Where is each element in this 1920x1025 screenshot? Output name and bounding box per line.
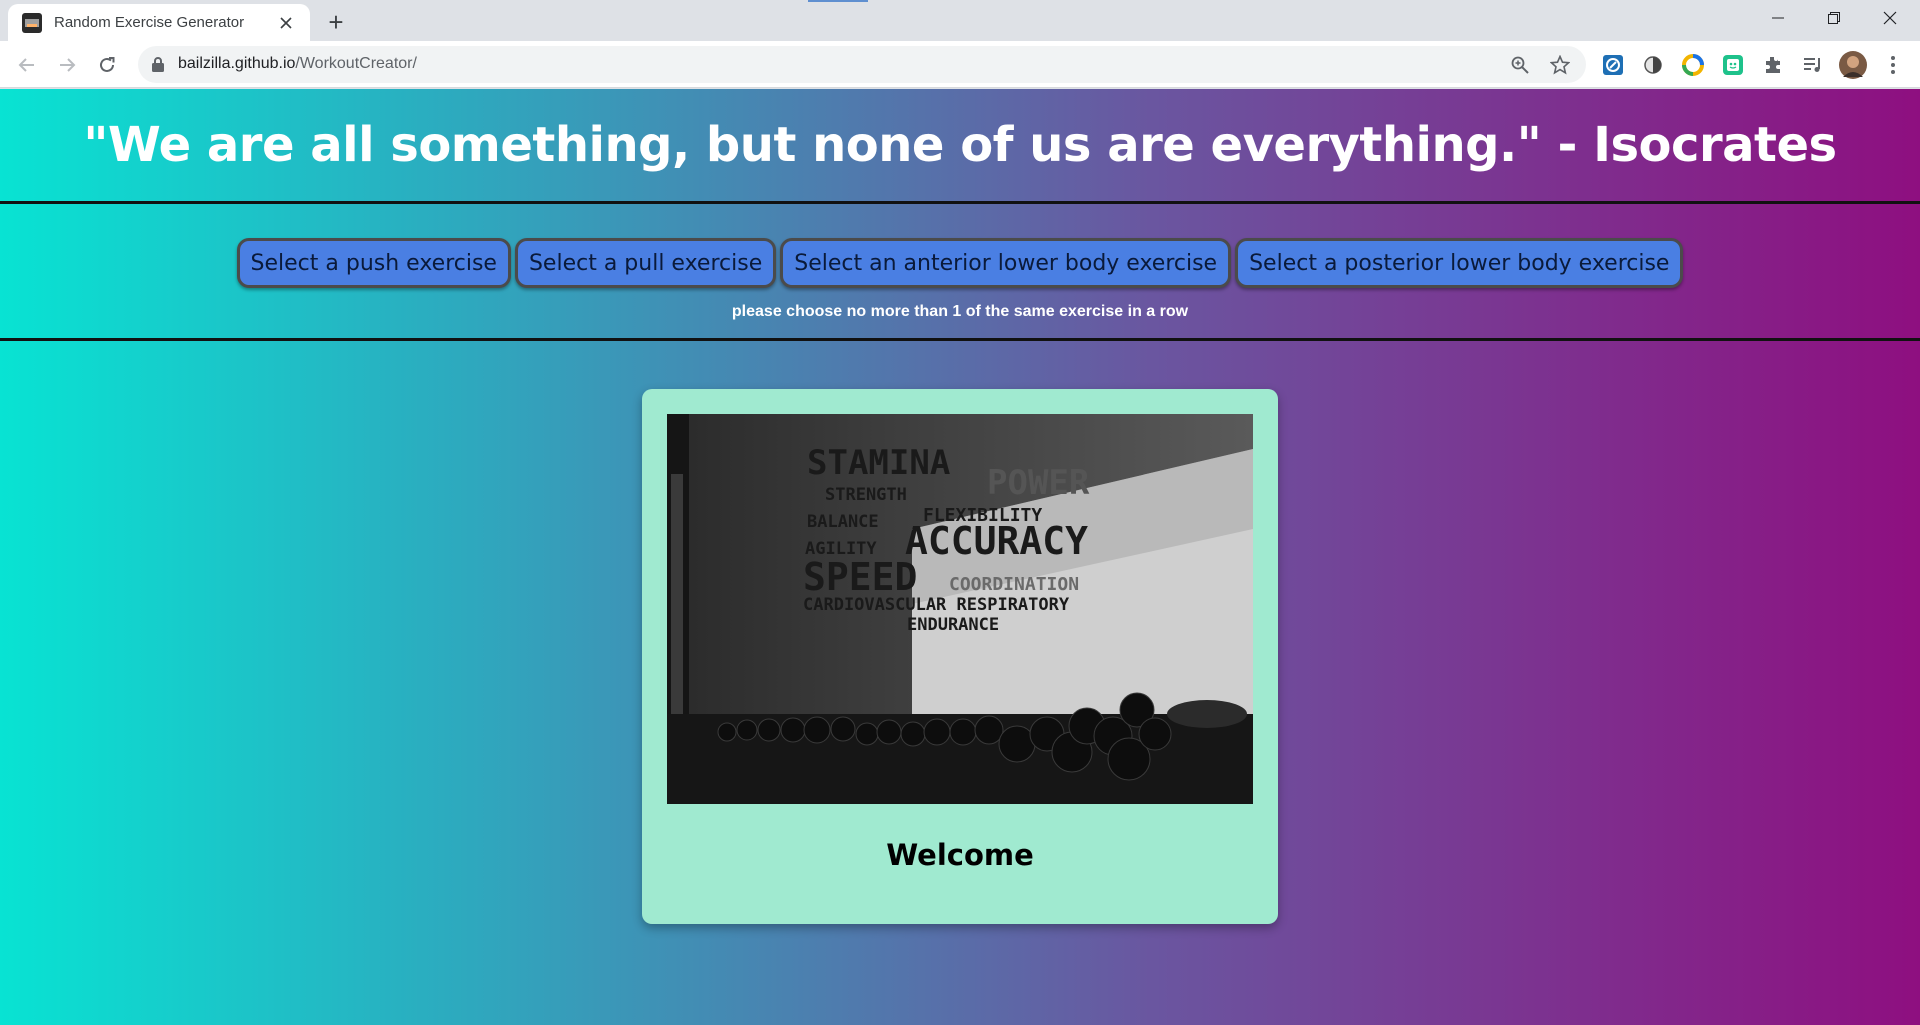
lock-icon[interactable] bbox=[152, 57, 164, 77]
exercise-controls: Select a push exercise Select a pull exe… bbox=[0, 204, 1920, 341]
image-word-stamina: STAMINA bbox=[807, 443, 950, 483]
image-word-cardio: CARDIOVASCULAR RESPIRATORY bbox=[803, 595, 1070, 615]
tab-strip: Random Exercise Generator + bbox=[0, 0, 1920, 41]
selection-note: please choose no more than 1 of the same… bbox=[731, 303, 1189, 320]
image-word-power: POWER bbox=[987, 463, 1090, 503]
close-window-icon[interactable] bbox=[1862, 0, 1918, 36]
tab-favicon-icon bbox=[22, 12, 42, 33]
profile-avatar[interactable] bbox=[1839, 51, 1867, 79]
back-icon[interactable] bbox=[11, 49, 43, 81]
browser-tab[interactable]: Random Exercise Generator bbox=[8, 4, 310, 41]
minimize-window-icon[interactable] bbox=[1750, 0, 1806, 36]
url-domain: bailzilla.github.io bbox=[178, 55, 296, 72]
image-word-accuracy: ACCURACY bbox=[905, 519, 1088, 563]
exercise-button-row: Select a push exercise Select a pull exe… bbox=[0, 238, 1920, 288]
tab-close-icon[interactable] bbox=[276, 13, 296, 33]
card-title: Welcome bbox=[886, 838, 1034, 872]
posterior-lower-body-button[interactable]: Select a posterior lower body exercise bbox=[1235, 238, 1684, 288]
welcome-card: STAMINA POWER STRENGTH FLEXIBILITY BALAN… bbox=[642, 389, 1278, 924]
pull-exercise-button[interactable]: Select a pull exercise bbox=[514, 238, 777, 288]
forward-icon[interactable] bbox=[51, 49, 83, 81]
menu-icon[interactable] bbox=[1881, 53, 1905, 77]
image-word-endurance: ENDURANCE bbox=[907, 615, 999, 635]
page-content: "We are all something, but none of us ar… bbox=[0, 89, 1920, 1025]
reload-icon[interactable] bbox=[91, 49, 123, 81]
browser-toolbar: bailzilla.github.io/WorkoutCreator/ bbox=[0, 41, 1920, 88]
media-icon[interactable] bbox=[1801, 53, 1825, 77]
image-word-speed: SPEED bbox=[803, 555, 917, 599]
quote-header: "We are all something, but none of us ar… bbox=[0, 89, 1920, 204]
tab-title: Random Exercise Generator bbox=[54, 14, 245, 31]
star-icon[interactable] bbox=[1549, 54, 1571, 76]
push-exercise-button[interactable]: Select a push exercise bbox=[236, 238, 511, 288]
image-word-strength: STRENGTH bbox=[825, 485, 907, 505]
extension-blue-icon[interactable] bbox=[1601, 53, 1625, 77]
restore-window-icon[interactable] bbox=[1806, 0, 1862, 36]
extensions-icon[interactable] bbox=[1761, 53, 1785, 77]
address-bar[interactable]: bailzilla.github.io/WorkoutCreator/ bbox=[138, 46, 1586, 83]
gym-wall-image: STAMINA POWER STRENGTH FLEXIBILITY BALAN… bbox=[667, 414, 1253, 804]
page-quote: "We are all something, but none of us ar… bbox=[83, 117, 1837, 173]
tab-drag-indicator bbox=[808, 0, 868, 2]
extension-dark-circle-icon[interactable] bbox=[1641, 53, 1665, 77]
zoom-icon[interactable] bbox=[1509, 54, 1531, 76]
image-word-balance: BALANCE bbox=[807, 512, 879, 532]
new-tab-button[interactable]: + bbox=[322, 7, 350, 37]
extension-chrome-ring-icon[interactable] bbox=[1681, 53, 1705, 77]
url-text[interactable]: bailzilla.github.io/WorkoutCreator/ bbox=[178, 55, 417, 73]
image-word-coordination: COORDINATION bbox=[949, 574, 1079, 595]
anterior-lower-body-button[interactable]: Select an anterior lower body exercise bbox=[780, 238, 1232, 288]
extension-green-face-icon[interactable] bbox=[1721, 53, 1745, 77]
url-path: /WorkoutCreator/ bbox=[295, 55, 417, 72]
